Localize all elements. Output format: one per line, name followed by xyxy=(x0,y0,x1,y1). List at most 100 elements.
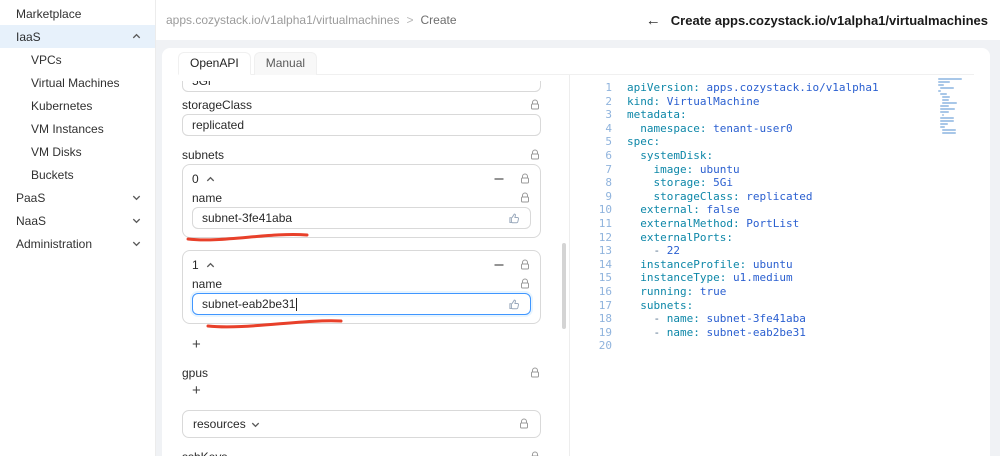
sidebar-item-vm-disks[interactable]: VM Disks xyxy=(0,140,155,163)
line-number: 10 xyxy=(598,203,612,217)
storage-input[interactable]: 5Gi xyxy=(182,81,541,92)
line-number: 3 xyxy=(605,108,612,122)
breadcrumb-separator: > xyxy=(406,13,414,27)
storageclass-input[interactable]: replicated xyxy=(182,114,541,136)
code-line: 19 - name: subnet-eab2be31 xyxy=(594,326,966,340)
collapse-chevron-up-icon[interactable] xyxy=(205,174,216,185)
line-number: 7 xyxy=(605,162,612,176)
sidebar-item-virtual-machines[interactable]: Virtual Machines xyxy=(0,71,155,94)
subnet-name-label-row: name xyxy=(192,277,531,291)
sidebar-item-label: Virtual Machines xyxy=(31,75,120,90)
lock-icon xyxy=(520,418,528,429)
yaml-editor-lines: 1 apiVersion: apps.cozystack.io/v1alpha1 2… xyxy=(594,81,966,353)
resources-chevron-down-icon[interactable] xyxy=(250,419,261,430)
sidebar-item-label: Buckets xyxy=(31,167,74,182)
sidebar-chevron-down-icon[interactable] xyxy=(131,238,142,249)
line-number: 11 xyxy=(598,216,612,230)
editor-minimap[interactable] xyxy=(938,78,964,138)
sidebar-item-iaas[interactable]: IaaS xyxy=(0,25,155,48)
subnet-name-label-row: name xyxy=(192,191,531,205)
tab-manual[interactable]: Manual xyxy=(253,52,318,75)
code-line: 8 storage: 5Gi xyxy=(594,176,966,190)
line-number: 8 xyxy=(605,176,612,190)
code-text: storageClass: replicated xyxy=(653,189,813,203)
create-form-card: OpenAPI Manual 5Gi storageClass replicat… xyxy=(162,48,990,456)
lock-icon xyxy=(521,192,529,203)
code-line: 11 externalMethod: PortList xyxy=(594,217,966,231)
lock-icon xyxy=(521,259,529,270)
line-number: 6 xyxy=(605,148,612,162)
tab-openapi[interactable]: OpenAPI xyxy=(178,52,251,75)
code-line: 2 kind: VirtualMachine xyxy=(594,95,966,109)
yaml-editor[interactable]: 1 apiVersion: apps.cozystack.io/v1alpha1 2… xyxy=(570,75,974,456)
minimap-line xyxy=(940,120,954,122)
panes: 5Gi storageClass replicated subnets 0 na… xyxy=(178,75,974,456)
code-text: instanceType: u1.medium xyxy=(640,271,793,285)
code-text: image: ubuntu xyxy=(653,162,740,176)
back-arrow-icon[interactable]: ← xyxy=(646,13,661,28)
code-text: instanceProfile: ubuntu xyxy=(640,257,793,271)
line-number: 14 xyxy=(598,257,612,271)
resources-collapse[interactable]: resources xyxy=(182,410,541,438)
code-text: metadata: xyxy=(627,108,687,122)
sidebar-item-vpcs[interactable]: VPCs xyxy=(0,48,155,71)
sidebar-item-label: VM Instances xyxy=(31,121,104,136)
form-scrollbar-thumb[interactable] xyxy=(562,243,566,329)
minimap-line xyxy=(940,108,955,110)
gpus-label-row: gpus xyxy=(182,366,541,380)
code-text: externalPorts: xyxy=(640,230,733,244)
code-line: 5 spec: xyxy=(594,135,966,149)
code-text: - name: subnet-eab2be31 xyxy=(653,325,806,339)
openapi-form-pane: 5Gi storageClass replicated subnets 0 na… xyxy=(178,75,570,456)
minus-icon xyxy=(494,264,504,266)
sidebar-item-administration[interactable]: Administration xyxy=(0,232,155,255)
remove-subnet-button[interactable] xyxy=(493,259,505,271)
subnet-name-input[interactable]: subnet-eab2be31 xyxy=(192,293,531,329)
sidebar-item-paas[interactable]: PaaS xyxy=(0,186,155,209)
line-number: 17 xyxy=(598,298,612,312)
breadcrumb-resource[interactable]: apps.cozystack.io/v1alpha1/virtualmachin… xyxy=(166,13,399,27)
add-gpu-button[interactable]: + xyxy=(188,382,205,400)
sidebar-item-buckets[interactable]: Buckets xyxy=(0,163,155,186)
minimap-line xyxy=(940,87,954,89)
subnet-name-label: name xyxy=(192,277,223,291)
sidebar-chevron-up-icon[interactable] xyxy=(131,31,142,42)
minimap-line xyxy=(938,78,962,80)
code-text: kind: VirtualMachine xyxy=(627,94,760,108)
sidebar-chevron-down-icon[interactable] xyxy=(131,215,142,226)
sidebar-item-label: Kubernetes xyxy=(31,98,93,113)
sidebar-item-vm-instances[interactable]: VM Instances xyxy=(0,117,155,140)
code-line: 4 namespace: tenant-user0 xyxy=(594,122,966,136)
collapse-chevron-up-icon[interactable] xyxy=(205,260,216,271)
minimap-line xyxy=(940,111,949,113)
lock-icon xyxy=(531,367,539,378)
subnet-name-input[interactable]: subnet-3fe41aba xyxy=(186,207,531,242)
app-root: Marketplace IaaS VPCs Virtual Machines Kuber… xyxy=(0,0,1000,456)
remove-subnet-button[interactable] xyxy=(493,173,505,185)
sidebar-item-kubernetes[interactable]: Kubernetes xyxy=(0,94,155,117)
thumbs-up-icon xyxy=(509,298,520,309)
code-text: systemDisk: xyxy=(640,148,714,162)
sidebar-item-naas[interactable]: NaaS xyxy=(0,209,155,232)
line-number: 20 xyxy=(598,339,612,353)
content-body: OpenAPI Manual 5Gi storageClass replicat… xyxy=(156,40,1000,456)
minimap-line xyxy=(940,117,954,119)
minimap-line xyxy=(940,105,949,107)
subnet-name-label: name xyxy=(192,191,223,205)
minimap-line xyxy=(938,90,941,92)
gpus-label: gpus xyxy=(182,366,209,380)
code-line: 9 storageClass: replicated xyxy=(594,190,966,204)
subnets-label-row: subnets xyxy=(182,148,541,162)
line-number: 1 xyxy=(605,81,612,94)
add-subnet-button[interactable]: + xyxy=(188,336,205,354)
minimap-line xyxy=(942,102,957,104)
sidebar-item-marketplace[interactable]: Marketplace xyxy=(0,2,155,25)
annotation-underline xyxy=(206,319,343,329)
subnets-label: subnets xyxy=(182,148,225,162)
code-line: 14 instanceProfile: ubuntu xyxy=(594,258,966,272)
lock-icon xyxy=(531,149,539,160)
sidebar-chevron-down-icon[interactable] xyxy=(131,192,142,203)
line-number: 2 xyxy=(605,94,612,108)
code-line: 6 systemDisk: xyxy=(594,149,966,163)
storageclass-input-value: replicated xyxy=(192,118,245,132)
